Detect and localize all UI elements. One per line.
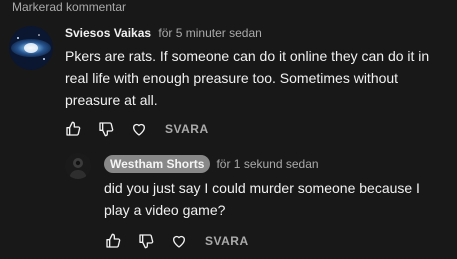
- thumbs-down-icon: [139, 234, 154, 249]
- pinned-comment-label: Markerad kommentar: [12, 0, 127, 14]
- commenter-avatar[interactable]: [9, 26, 53, 70]
- comment-author[interactable]: Sviesos Vaikas: [65, 26, 151, 40]
- dark-figure-avatar-icon: [65, 153, 91, 179]
- comment-timestamp[interactable]: för 5 minuter sedan: [158, 26, 261, 40]
- heart-icon: [173, 235, 185, 248]
- thumbs-up-icon: [106, 233, 121, 248]
- heart-icon: [133, 123, 145, 136]
- comment-header: Sviesos Vaikas för 5 minuter sedan: [65, 25, 262, 41]
- nebula-avatar-icon: [9, 26, 53, 70]
- reply-author-avatar[interactable]: [65, 153, 91, 179]
- reply-header: Westham Shorts för 1 sekund sedan: [104, 155, 319, 173]
- reply-actions: SVARA: [104, 232, 249, 250]
- reply-dislike-button[interactable]: [137, 232, 155, 250]
- reply-heart-button[interactable]: [170, 232, 188, 250]
- heart-button[interactable]: [130, 120, 148, 138]
- reply-button[interactable]: SVARA: [165, 122, 209, 136]
- dislike-button[interactable]: [97, 120, 115, 138]
- like-button[interactable]: [64, 120, 82, 138]
- thumbs-up-icon: [66, 121, 81, 136]
- reply-reply-button[interactable]: SVARA: [205, 234, 249, 248]
- thumbs-down-icon: [99, 122, 114, 137]
- reply-timestamp[interactable]: för 1 sekund sedan: [216, 157, 318, 171]
- reply-author-badge[interactable]: Westham Shorts: [104, 155, 211, 173]
- reply-like-button[interactable]: [104, 232, 122, 250]
- comment-actions: SVARA: [64, 120, 209, 138]
- reply-text: did you just say I could murder someone …: [104, 180, 420, 218]
- comment-text: Pkers are rats. If someone can do it onl…: [65, 48, 430, 108]
